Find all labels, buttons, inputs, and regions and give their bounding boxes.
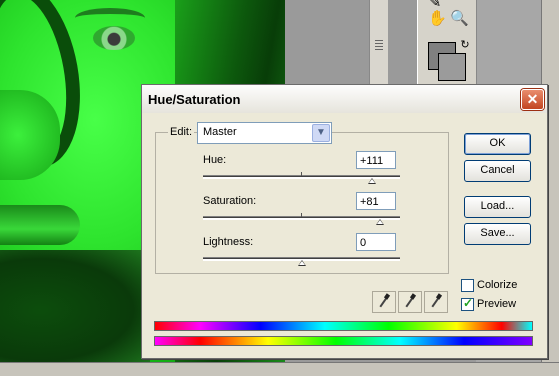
scroll-grip[interactable] bbox=[375, 40, 383, 50]
vertical-scrollbar[interactable] bbox=[369, 0, 388, 90]
hue-label: Hue: bbox=[203, 154, 227, 166]
saturation-slider-thumb[interactable] bbox=[376, 219, 385, 225]
edit-label: Edit: bbox=[168, 126, 195, 138]
result-color-bar bbox=[154, 336, 533, 346]
edit-groupbox bbox=[155, 132, 449, 274]
edit-select-value: Master bbox=[203, 126, 237, 138]
preview-label: Preview bbox=[477, 298, 517, 310]
hand-tool-icon[interactable]: ✋ bbox=[428, 10, 447, 28]
dialog-titlebar[interactable]: Hue/Saturation ✕ bbox=[142, 85, 547, 113]
photo-eyebrow bbox=[75, 8, 145, 28]
zoom-tool-icon[interactable]: 🔍 bbox=[450, 10, 469, 28]
lightness-label: Lightness: bbox=[203, 236, 254, 248]
saturation-label: Saturation: bbox=[203, 195, 257, 207]
hue-input[interactable]: +111 bbox=[356, 151, 396, 169]
close-icon[interactable]: ✕ bbox=[521, 89, 544, 110]
edit-select[interactable]: Master ▼ bbox=[197, 122, 332, 144]
saturation-slider[interactable] bbox=[203, 213, 400, 225]
colorize-label: Colorize bbox=[477, 279, 518, 291]
photo-mouth bbox=[0, 205, 80, 245]
background-color-swatch[interactable] bbox=[438, 53, 466, 81]
source-color-bar bbox=[154, 321, 533, 331]
load-button[interactable]: Load... bbox=[464, 196, 531, 218]
eyedropper-plus-icon[interactable] bbox=[398, 291, 422, 313]
lightness-slider[interactable] bbox=[203, 257, 400, 266]
hue-center-tick bbox=[301, 172, 302, 176]
dialog-title: Hue/Saturation bbox=[148, 92, 241, 107]
hue-saturation-dialog: Hue/Saturation ✕ Edit: Master ▼ Hue: +11… bbox=[141, 84, 548, 359]
eyedropper-minus-icon[interactable] bbox=[424, 291, 448, 313]
ok-button[interactable]: OK bbox=[464, 133, 531, 155]
colorize-checkbox[interactable] bbox=[461, 279, 474, 292]
photo-beard bbox=[0, 250, 150, 365]
lightness-input[interactable]: 0 bbox=[356, 233, 396, 251]
cancel-button[interactable]: Cancel bbox=[464, 160, 531, 182]
eyedropper-icon[interactable] bbox=[372, 291, 396, 313]
bottom-strip bbox=[0, 362, 559, 376]
toolbox: ✎ ✋ 🔍 ↻ bbox=[417, 0, 477, 90]
save-button[interactable]: Save... bbox=[464, 223, 531, 245]
preview-checkbox[interactable]: ✓ bbox=[461, 296, 474, 311]
swap-colors-icon[interactable]: ↻ bbox=[456, 36, 474, 54]
saturation-center-tick bbox=[301, 213, 302, 217]
chevron-down-icon[interactable]: ▼ bbox=[312, 124, 330, 142]
hue-slider[interactable] bbox=[203, 172, 400, 184]
checkmark-icon: ✓ bbox=[463, 296, 474, 310]
saturation-input[interactable]: +81 bbox=[356, 192, 396, 210]
hue-slider-thumb[interactable] bbox=[368, 178, 377, 184]
photo-eye bbox=[93, 26, 135, 50]
lightness-slider-thumb[interactable] bbox=[297, 260, 306, 266]
